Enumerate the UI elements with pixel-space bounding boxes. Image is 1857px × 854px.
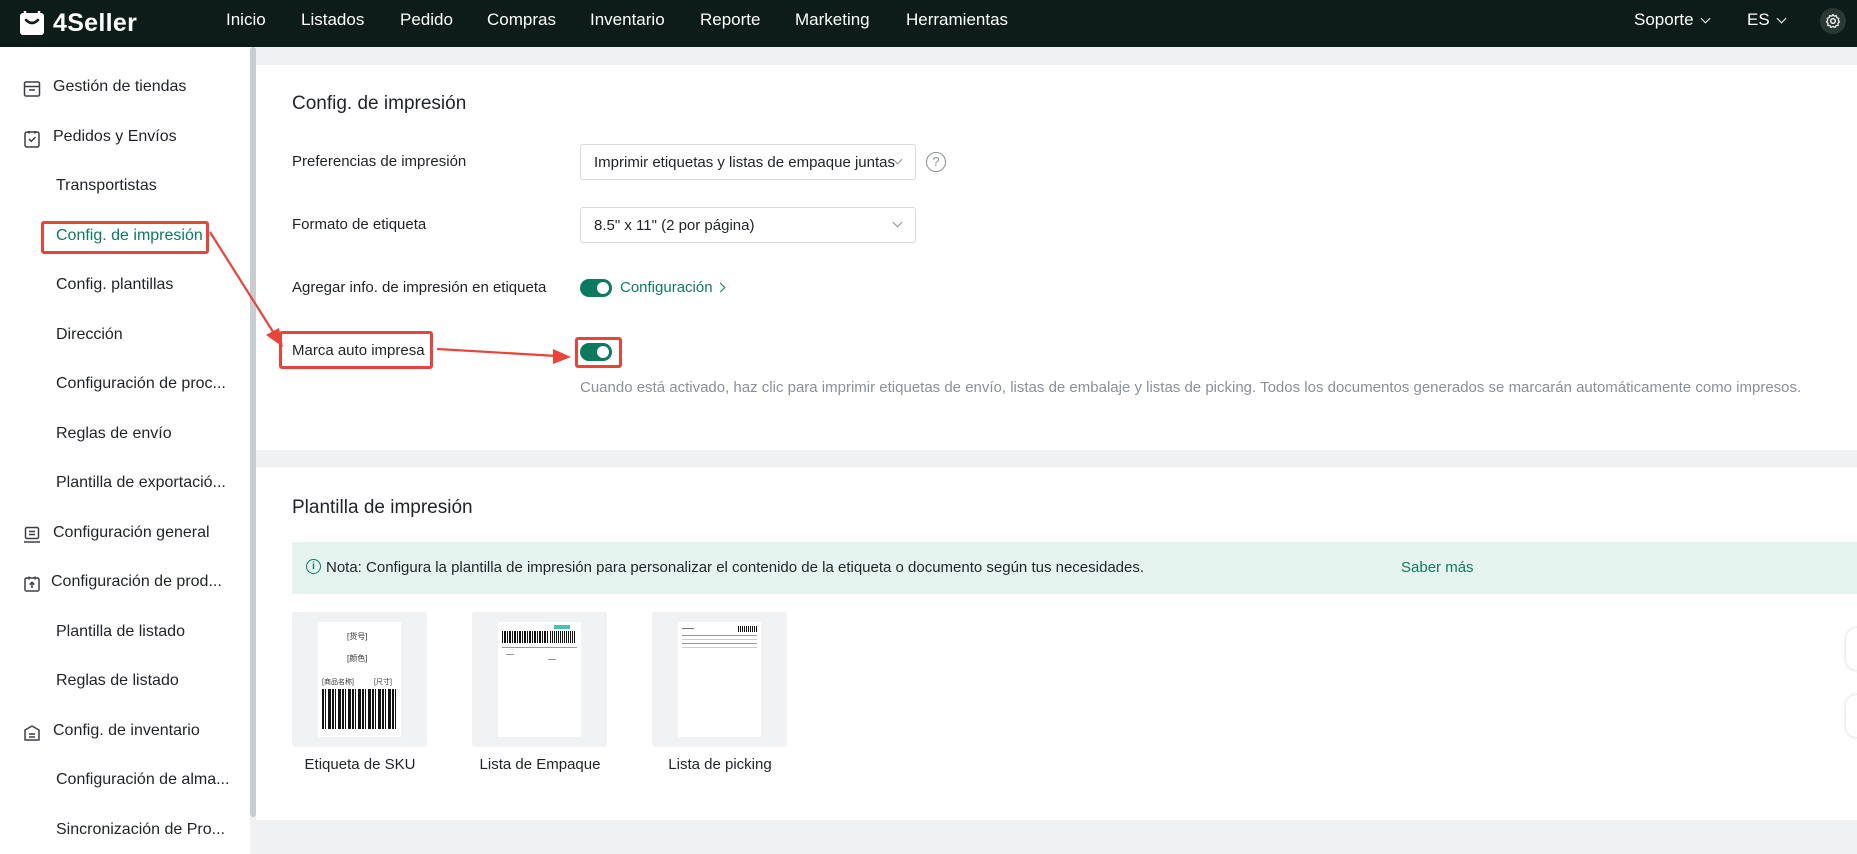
preview-text: [商品名称] xyxy=(322,679,354,686)
barcode-graphic xyxy=(502,631,548,643)
template-name: Lista de picking xyxy=(668,756,772,773)
section-title: Plantilla de impresión xyxy=(292,497,473,518)
preview-accent xyxy=(554,625,570,629)
floating-side-button[interactable] xyxy=(1846,695,1857,737)
preview-line xyxy=(682,635,757,636)
barcode-graphic xyxy=(550,631,576,643)
template-notice: i Nota: Configura la plantilla de impres… xyxy=(292,542,1857,594)
preview-text: [尺寸] xyxy=(374,679,392,686)
preview-text: [货号] xyxy=(347,632,368,641)
preview-line xyxy=(682,643,757,644)
info-icon: i xyxy=(306,559,321,574)
template-card-packing-list[interactable] xyxy=(472,612,607,747)
template-card-sku-label[interactable]: [货号] [颜色] [商品名称] [尺寸] xyxy=(292,612,427,747)
preview-line xyxy=(502,647,577,648)
notice-text: Nota: Configura la plantilla de impresió… xyxy=(326,559,1145,576)
template-card-picking-list[interactable] xyxy=(652,612,787,747)
preview-line xyxy=(682,628,694,629)
preview-line xyxy=(682,647,757,648)
preview-text: [颜色] xyxy=(347,654,368,663)
learn-more-link[interactable]: Saber más xyxy=(1401,559,1474,576)
preview-line xyxy=(506,654,514,655)
template-name: Lista de Empaque xyxy=(479,756,601,773)
sku-label-preview: [货号] [颜色] [商品名称] [尺寸] xyxy=(318,622,401,737)
preview-line xyxy=(682,639,757,640)
floating-side-button[interactable] xyxy=(1846,628,1857,670)
barcode-graphic xyxy=(322,689,397,729)
barcode-graphic xyxy=(738,626,757,632)
packing-list-preview xyxy=(498,622,581,737)
preview-line xyxy=(548,659,556,660)
template-name: Etiqueta de SKU xyxy=(304,756,416,773)
picking-list-preview xyxy=(678,622,761,737)
